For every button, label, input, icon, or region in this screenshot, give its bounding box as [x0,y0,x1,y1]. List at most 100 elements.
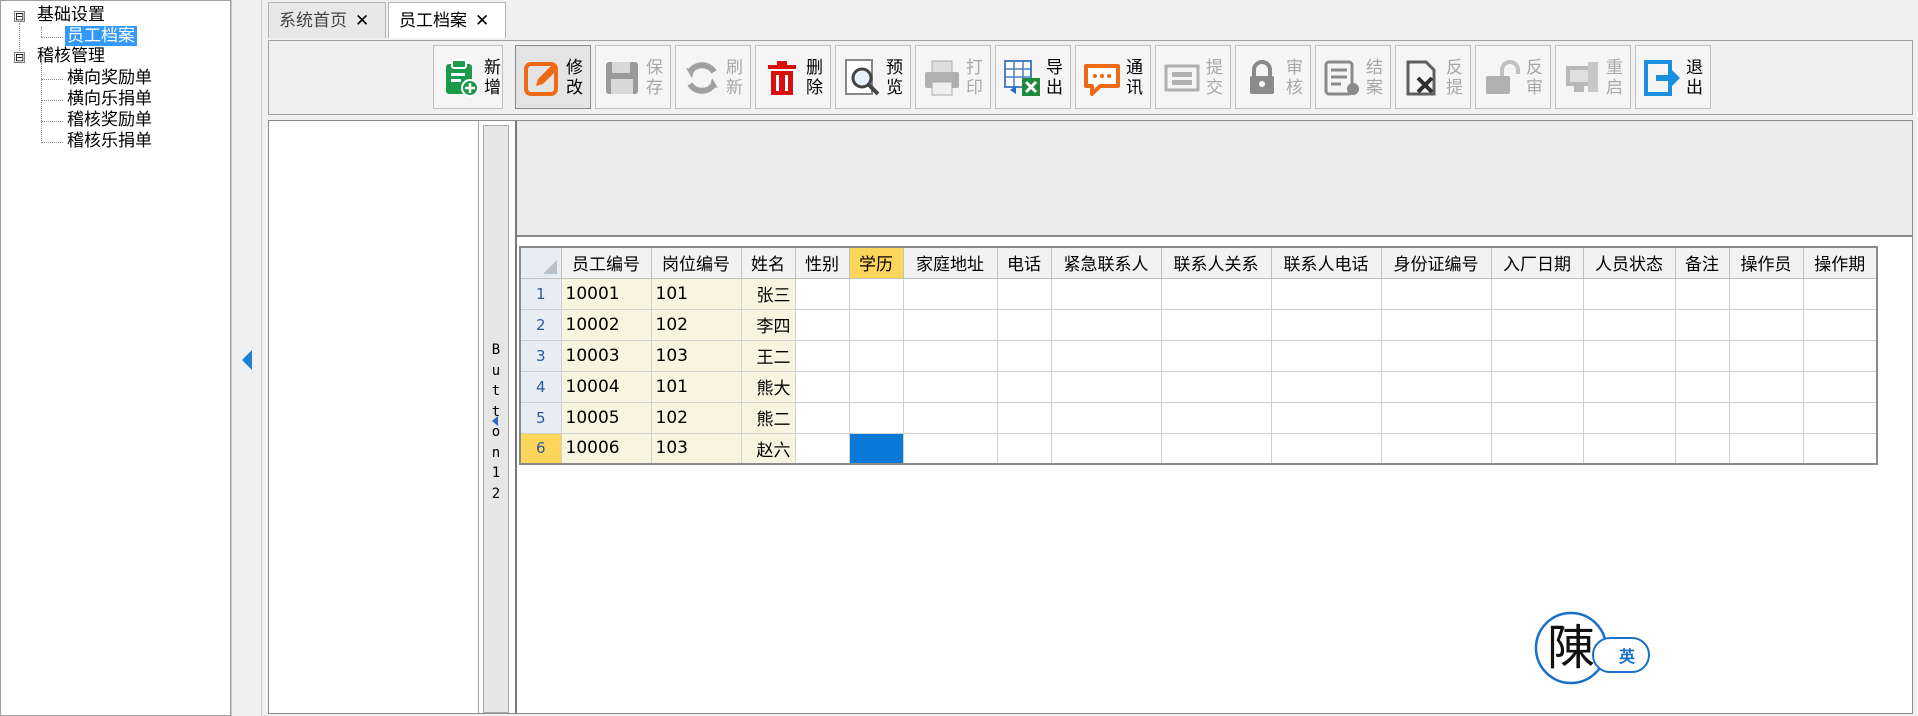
grid-cell[interactable]: 熊大 [740,370,796,403]
grid-cell[interactable] [1490,308,1584,341]
tree-item-horizontal-donation[interactable]: 横向乐捐单 [67,89,152,109]
table-row[interactable]: 4 10004 101 熊大 [519,370,1878,403]
grid-cell[interactable] [1270,308,1382,341]
table-row[interactable]: 1 10001 101 张三 [519,277,1878,310]
grid-cell[interactable] [996,401,1052,434]
grid-cell[interactable] [1802,432,1878,465]
grid-cell[interactable]: 101 [650,370,742,403]
grid-cell[interactable] [1582,277,1676,310]
column-header[interactable]: 联系人关系 [1160,246,1272,279]
grid-cell[interactable] [1674,401,1730,434]
collapse-icon[interactable]: ⊟ [14,52,25,63]
add-button[interactable]: 新增 [433,45,503,109]
approve-button[interactable]: 审核 [1235,45,1311,109]
grid-cell[interactable] [848,308,904,341]
grid-cell[interactable] [1380,432,1492,465]
grid-cell[interactable] [1160,339,1272,372]
grid-cell[interactable] [1674,308,1730,341]
grid-cell[interactable] [902,432,998,465]
grid-cell[interactable]: 张三 [740,277,796,310]
grid-cell[interactable]: 101 [650,277,742,310]
grid-cell[interactable] [1050,277,1162,310]
grid-cell[interactable] [1490,432,1584,465]
grid-cell[interactable]: 103 [650,339,742,372]
tree-item-horizontal-reward[interactable]: 横向奖励单 [67,68,152,88]
grid-cell[interactable] [1674,339,1730,372]
row-number[interactable]: 3 [519,339,562,372]
grid-cell[interactable] [902,401,998,434]
grid-cell[interactable] [1728,277,1804,310]
grid-cell[interactable] [1582,432,1676,465]
grid-cell[interactable] [1728,370,1804,403]
grid-cell[interactable] [1674,370,1730,403]
grid-cell[interactable] [1728,401,1804,434]
grid-cell[interactable] [1490,277,1584,310]
grid-cell[interactable] [1380,339,1492,372]
grid-cell[interactable] [1674,432,1730,465]
grid-cell[interactable] [848,401,904,434]
grid-cell[interactable] [794,277,850,310]
column-header[interactable]: 员工编号 [560,246,652,279]
grid-cell[interactable] [1802,370,1878,403]
submit-button[interactable]: 提交 [1155,45,1231,109]
column-header[interactable]: 家庭地址 [902,246,998,279]
grid-cell[interactable] [1582,401,1676,434]
grid-cell[interactable] [1050,401,1162,434]
table-row[interactable]: 2 10002 102 李四 [519,308,1878,341]
grid-cell[interactable] [794,339,850,372]
panel-splitter[interactable] [231,0,262,716]
grid-cell[interactable] [1380,401,1492,434]
save-button[interactable]: 保存 [595,45,671,109]
grid-cell[interactable] [848,432,904,465]
restart-button[interactable]: 重启 [1555,45,1631,109]
grid-cell[interactable] [1050,308,1162,341]
grid-cell[interactable] [902,308,998,341]
grid-cell[interactable] [1160,401,1272,434]
grid-cell[interactable] [1160,370,1272,403]
collapse-icon[interactable]: ⊟ [14,11,25,22]
collapse-left-icon[interactable] [242,350,252,370]
grid-cell[interactable] [996,370,1052,403]
grid-cell[interactable] [1490,339,1584,372]
grid-cell[interactable] [1050,339,1162,372]
grid-cell[interactable] [1728,432,1804,465]
exit-button[interactable]: 退出 [1635,45,1711,109]
column-header[interactable]: 姓名 [740,246,796,279]
column-header[interactable]: 电话 [996,246,1052,279]
grid-cell[interactable] [794,308,850,341]
grid-cell[interactable] [996,339,1052,372]
row-number[interactable]: 6 [519,432,562,465]
grid-cell[interactable] [1674,277,1730,310]
grid-cell[interactable] [1270,432,1382,465]
grid-cell[interactable] [1490,401,1584,434]
grid-cell[interactable] [1380,277,1492,310]
grid-cell[interactable] [848,370,904,403]
column-header[interactable]: 人员状态 [1582,246,1676,279]
grid-cell[interactable]: 10003 [560,339,652,372]
tab-employee-archive[interactable]: 员工档案 ✕ [388,2,506,38]
grid-cell[interactable] [1270,339,1382,372]
grid-cell[interactable]: 102 [650,401,742,434]
grid-cell[interactable] [902,339,998,372]
close-case-button[interactable]: 结案 [1315,45,1391,109]
tree-item-audit-donation[interactable]: 稽核乐捐单 [67,131,152,151]
employee-grid[interactable]: 员工编号 岗位编号 姓名 性别 学历 家庭地址 电话 紧急联系人 联系人关系 联系人电话 身份证编号… [519,246,1878,465]
grid-cell[interactable]: 李四 [740,308,796,341]
grid-cell[interactable] [1802,401,1878,434]
grid-cell[interactable] [1160,308,1272,341]
grid-cell[interactable]: 10006 [560,432,652,465]
grid-cell[interactable] [902,370,998,403]
refresh-button[interactable]: 刷新 [675,45,751,109]
grid-cell[interactable]: 102 [650,308,742,341]
grid-cell[interactable]: 王二 [740,339,796,372]
grid-cell[interactable] [1270,277,1382,310]
preview-button[interactable]: 预览 [835,45,911,109]
table-row[interactable]: 3 10003 103 王二 [519,339,1878,372]
column-header[interactable]: 学历 [848,246,904,279]
unsubmit-button[interactable]: 反提 [1395,45,1471,109]
grid-cell[interactable]: 熊二 [740,401,796,434]
grid-cell[interactable] [848,339,904,372]
edit-button[interactable]: 修改 [515,45,591,109]
print-button[interactable]: 打印 [915,45,991,109]
row-number[interactable]: 1 [519,277,562,310]
